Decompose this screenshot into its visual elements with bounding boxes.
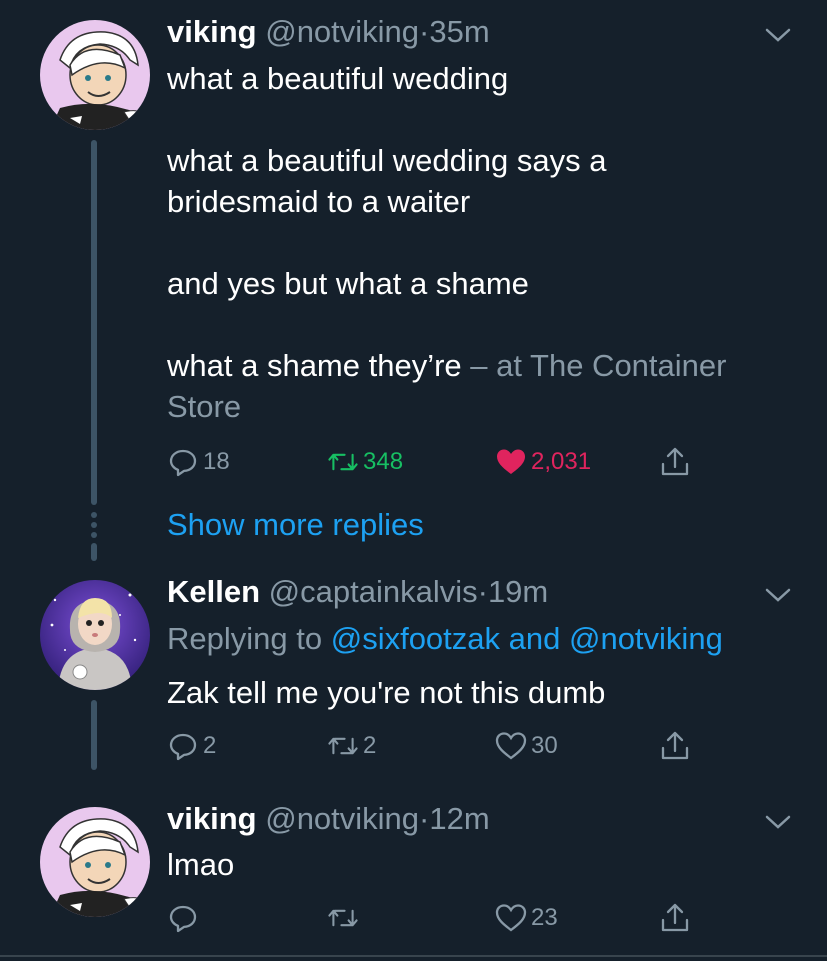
thread-gap-indicator — [91, 512, 97, 542]
retweet-icon — [328, 909, 358, 927]
tweet-text: what a beautiful wedding what a beautifu… — [167, 58, 767, 427]
retweet-count: 348 — [363, 448, 404, 475]
timestamp[interactable]: 19m — [488, 574, 548, 609]
tweet-text-line: what a shame they’re – at The Container — [167, 345, 767, 386]
like-icon — [495, 904, 527, 932]
location-tag-continued[interactable]: Store — [167, 386, 767, 427]
thread-line — [91, 700, 97, 770]
separator-dot: · — [477, 574, 488, 609]
separator-dot: · — [419, 14, 430, 49]
reply-count: 2 — [203, 732, 217, 759]
reply-icon — [169, 905, 197, 933]
tweet-1[interactable]: viking @notviking·35m what a beautiful w… — [0, 0, 827, 505]
tweet-header: viking @notviking·12m — [167, 801, 490, 837]
like-icon — [495, 732, 527, 760]
retweet-button[interactable]: 348 — [327, 444, 403, 480]
retweet-button[interactable]: 2 — [327, 728, 376, 764]
like-button[interactable]: 2,031 — [495, 444, 591, 480]
timestamp[interactable]: 35m — [429, 14, 489, 49]
chevron-down-icon[interactable] — [765, 814, 791, 830]
tweet-text-line — [167, 99, 767, 140]
tweet-text-line: what a beautiful wedding — [167, 61, 509, 96]
display-name[interactable]: Kellen — [167, 574, 260, 609]
replying-to-conjunction: and — [500, 621, 569, 656]
replying-to-label: Replying to — [167, 621, 331, 656]
like-button[interactable]: 30 — [495, 728, 558, 764]
share-button[interactable] — [659, 444, 691, 480]
chevron-down-icon[interactable] — [765, 27, 791, 43]
share-icon — [661, 731, 689, 760]
divider — [0, 955, 827, 957]
username[interactable]: @notviking — [265, 801, 419, 836]
like-count: 23 — [531, 904, 558, 931]
share-button[interactable] — [659, 728, 691, 764]
tweet-text-line: bridesmaid to a waiter — [167, 184, 471, 219]
share-button[interactable] — [659, 900, 691, 936]
separator-dot: · — [419, 801, 430, 836]
share-icon — [661, 447, 689, 476]
username[interactable]: @captainkalvis — [269, 574, 478, 609]
mention-link[interactable]: @notviking — [569, 621, 723, 656]
tweet-text-fragment: what a shame they’re — [167, 348, 462, 383]
like-count: 2,031 — [531, 448, 592, 475]
replying-to: Replying to @sixfootzak and @notviking — [167, 618, 767, 659]
tweet-actions: 23 — [167, 900, 727, 936]
avatar-kellen[interactable] — [40, 580, 150, 690]
tweet-text-line — [167, 222, 767, 263]
chevron-down-icon[interactable] — [765, 587, 791, 603]
reply-count: 18 — [203, 448, 230, 475]
reply-icon — [169, 733, 197, 761]
tweet-text-line: and yes but what a shame — [167, 266, 529, 301]
like-count: 30 — [531, 732, 558, 759]
tweet-2[interactable]: Kellen @captainkalvis·19m Replying to @s… — [0, 570, 827, 795]
avatar-viking[interactable] — [40, 807, 150, 917]
like-icon — [497, 449, 525, 474]
mention-link[interactable]: @sixfootzak — [331, 621, 500, 656]
location-tag[interactable]: – at The Container — [462, 348, 726, 383]
display-name[interactable]: viking — [167, 801, 257, 836]
tweet-3[interactable]: viking @notviking·12m lmao 23 — [0, 795, 827, 955]
tweet-text: lmao — [167, 847, 235, 882]
reply-icon — [169, 449, 197, 477]
reply-button[interactable]: 18 — [167, 444, 230, 480]
timestamp[interactable]: 12m — [429, 801, 489, 836]
tweet-header: Kellen @captainkalvis·19m — [167, 574, 548, 610]
like-button[interactable]: 23 — [495, 900, 558, 936]
retweet-button[interactable] — [327, 900, 359, 936]
reply-button[interactable] — [167, 900, 199, 936]
retweet-count: 2 — [363, 732, 377, 759]
tweet-text-line — [167, 304, 767, 345]
tweet-actions: 18 348 2,031 — [167, 444, 727, 480]
thread-line — [91, 543, 97, 561]
tweet-header: viking @notviking·35m — [167, 14, 490, 50]
thread-line — [91, 140, 97, 505]
avatar-viking[interactable] — [40, 20, 150, 130]
tweet-text: Zak tell me you're not this dumb — [167, 675, 606, 710]
retweet-icon — [328, 737, 358, 755]
retweet-icon — [328, 453, 358, 471]
display-name[interactable]: viking — [167, 14, 257, 49]
show-more-replies-link[interactable]: Show more replies — [167, 507, 424, 543]
reply-button[interactable]: 2 — [167, 728, 216, 764]
tweet-text-line: what a beautiful wedding says a — [167, 143, 607, 178]
tweet-actions: 2 2 30 — [167, 728, 727, 764]
share-icon — [661, 903, 689, 932]
username[interactable]: @notviking — [265, 14, 419, 49]
